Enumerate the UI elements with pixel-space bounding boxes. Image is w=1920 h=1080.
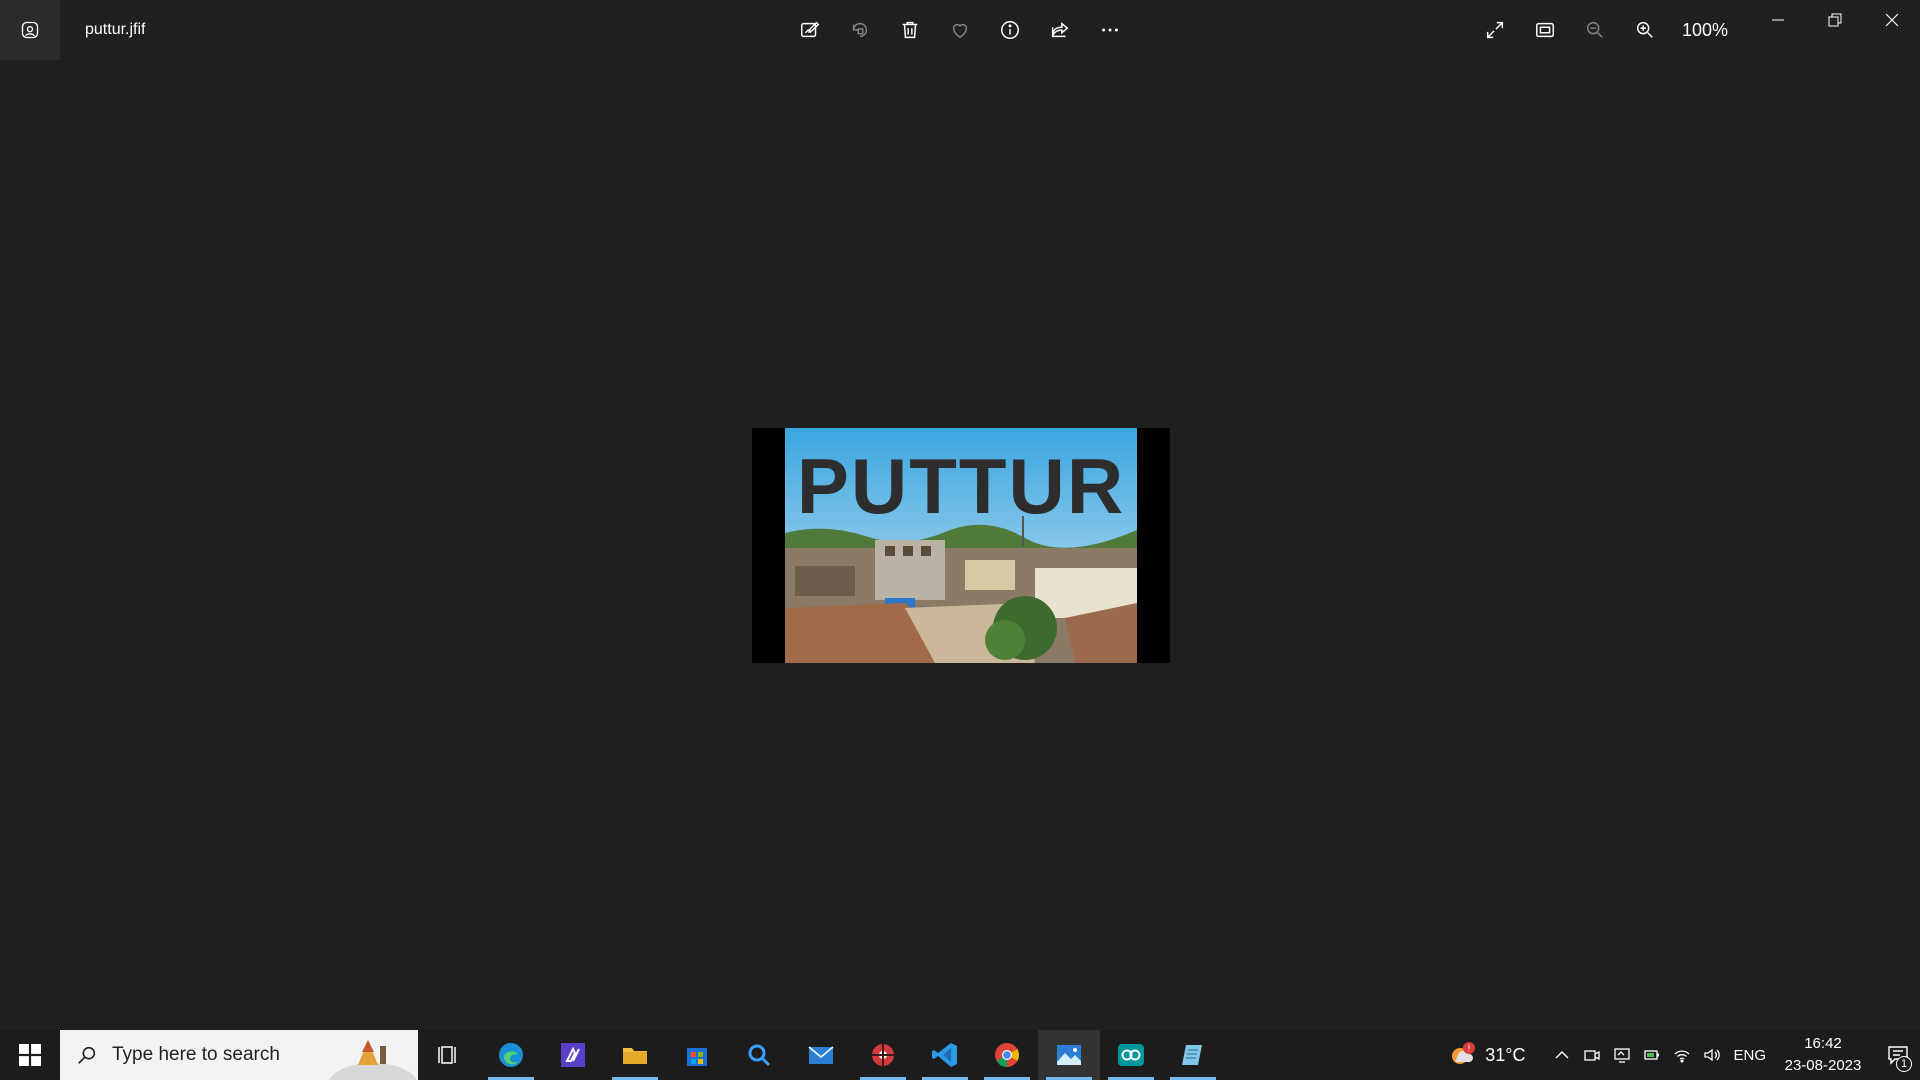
magnifier-app-icon [748, 1044, 771, 1067]
taskbar-red-app[interactable] [852, 1030, 914, 1080]
zoom-out-button[interactable] [1575, 10, 1615, 50]
folder-icon [623, 1048, 647, 1064]
taskbar: Type here to search ! 31°C ENG 16:42 23-… [0, 1030, 1920, 1080]
fullscreen-button[interactable] [1475, 10, 1515, 50]
more-icon [1102, 28, 1118, 32]
system-tray: ! 31°C ENG 16:42 23-08-2023 1 [1447, 1030, 1920, 1080]
favorite-button[interactable] [940, 10, 980, 50]
edit-image-button[interactable] [790, 10, 830, 50]
taskbar-notepad[interactable] [1162, 1030, 1224, 1080]
input-language[interactable]: ENG [1733, 1047, 1766, 1064]
search-highlight-illustration [329, 1040, 417, 1080]
task-view-button[interactable] [418, 1030, 480, 1080]
camera-tray-icon [1584, 1050, 1601, 1061]
taskbar-apps [418, 1030, 1224, 1080]
wifi-icon [1675, 1050, 1690, 1063]
weather-widget[interactable]: ! 31°C [1447, 1040, 1525, 1070]
notification-center-button[interactable]: 1 [1876, 1030, 1920, 1080]
taskbar-photos[interactable] [1038, 1030, 1100, 1080]
clock-date: 23-08-2023 [1784, 1057, 1862, 1074]
restore-button[interactable] [1806, 0, 1863, 40]
windows-icon [19, 1044, 41, 1066]
zoom-out-icon [1586, 21, 1603, 38]
start-button[interactable] [0, 1030, 60, 1080]
taskbar-visual-studio[interactable] [542, 1030, 604, 1080]
photo-title-text: PUTTUR [797, 442, 1125, 530]
tray-meet-now[interactable] [1577, 1030, 1607, 1080]
taskbar-file-explorer[interactable] [604, 1030, 666, 1080]
visual-studio-icon [561, 1043, 585, 1067]
file-info-button[interactable] [990, 10, 1030, 50]
svg-text:!: ! [1468, 1043, 1471, 1053]
taskbar-chrome[interactable] [976, 1030, 1038, 1080]
clock-time: 16:42 [1804, 1035, 1842, 1052]
tray-display[interactable] [1607, 1030, 1637, 1080]
monitor-tray-icon [1614, 1048, 1631, 1063]
store-icon [687, 1048, 707, 1066]
minimize-icon [1771, 19, 1784, 21]
chrome-icon [995, 1043, 1019, 1067]
heart-icon [952, 23, 968, 39]
weather-sun-alert-icon: ! [1452, 1042, 1476, 1064]
search-icon [78, 1046, 96, 1064]
chevron-up-icon [1555, 1051, 1569, 1059]
fit-window-icon [1536, 22, 1554, 38]
share-button[interactable] [1040, 10, 1080, 50]
photos-app-window: puttur.jfif 100% PUTTUR Type here to sea… [0, 0, 1920, 1080]
zoom-level[interactable]: 100% [1675, 20, 1735, 41]
view-tools: 100% [1475, 10, 1735, 50]
fit-to-window-button[interactable] [1525, 10, 1565, 50]
displayed-photo: PUTTUR [785, 428, 1137, 663]
search-placeholder: Type here to search [112, 1044, 280, 1065]
minimize-button[interactable] [1749, 0, 1806, 40]
taskbar-edge[interactable] [480, 1030, 542, 1080]
rotate-button[interactable] [840, 10, 880, 50]
vs-code-icon [932, 1043, 957, 1067]
taskbar-vs-code[interactable] [914, 1030, 976, 1080]
image-canvas[interactable]: PUTTUR [752, 428, 1170, 663]
share-icon [1051, 22, 1069, 38]
taskbar-search-box[interactable]: Type here to search [60, 1030, 418, 1080]
arduino-icon [1118, 1044, 1144, 1066]
notification-count: 1 [1896, 1056, 1912, 1072]
restore-icon [1828, 13, 1841, 27]
close-button[interactable] [1863, 0, 1920, 40]
show-hidden-icons-button[interactable] [1547, 1030, 1577, 1080]
zoom-in-icon [1636, 21, 1653, 38]
weather-temperature: 31°C [1485, 1044, 1526, 1065]
red-wheel-icon [872, 1044, 894, 1066]
file-name: puttur.jfif [85, 21, 146, 38]
photos-icon [1057, 1045, 1081, 1065]
zoom-in-button[interactable] [1625, 10, 1665, 50]
edit-image-icon [801, 21, 820, 38]
rotate-icon [852, 22, 868, 38]
taskbar-search-app[interactable] [728, 1030, 790, 1080]
trash-icon [902, 21, 918, 39]
tray-volume[interactable] [1697, 1030, 1727, 1080]
speaker-icon [1704, 1048, 1721, 1062]
delete-button[interactable] [890, 10, 930, 50]
close-icon [1885, 13, 1898, 27]
title-bar: puttur.jfif 100% [0, 0, 1920, 60]
taskbar-arduino[interactable] [1100, 1030, 1162, 1080]
image-toolbar [790, 10, 1130, 50]
notepad-icon [1182, 1045, 1202, 1065]
mail-icon [808, 1046, 834, 1064]
info-icon [1001, 21, 1019, 39]
taskbar-microsoft-store[interactable] [666, 1030, 728, 1080]
window-controls [1749, 0, 1920, 40]
tray-network[interactable] [1667, 1030, 1697, 1080]
battery-tray-icon [1644, 1050, 1660, 1060]
photos-app-icon[interactable] [0, 0, 60, 60]
edge-icon [499, 1043, 523, 1067]
taskbar-mail[interactable] [790, 1030, 852, 1080]
tray-battery[interactable] [1637, 1030, 1667, 1080]
see-more-button[interactable] [1090, 10, 1130, 50]
expand-icon [1486, 21, 1504, 39]
task-view-icon [438, 1046, 456, 1064]
taskbar-clock[interactable]: 16:42 23-08-2023 [1778, 1033, 1868, 1077]
